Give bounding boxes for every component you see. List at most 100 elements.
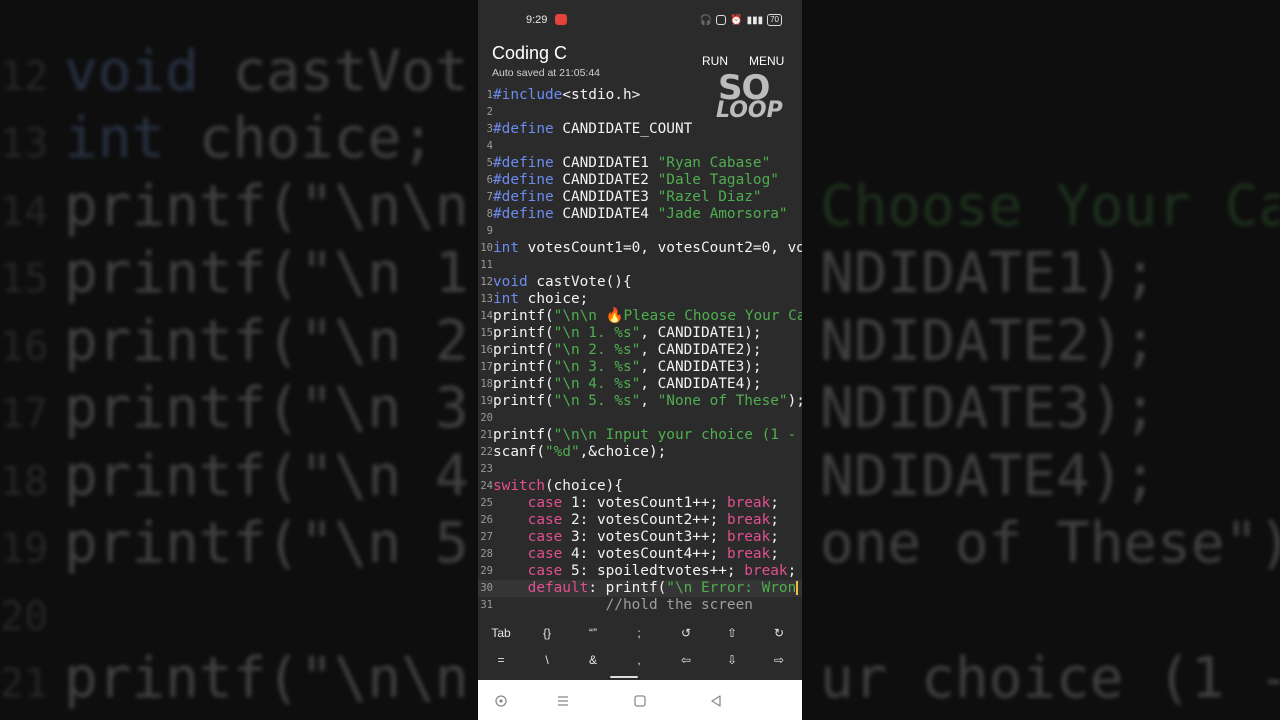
code-token: ; — [770, 495, 779, 511]
symbol-key[interactable]: ⇨ — [756, 647, 802, 673]
symbol-key[interactable]: ; — [616, 620, 662, 646]
code-line[interactable]: 22 scanf("%d",&choice); — [478, 444, 802, 461]
line-number: 15 — [480, 327, 493, 339]
line-number: 6 — [486, 174, 493, 186]
symbol-key[interactable]: , — [616, 647, 662, 673]
code-line[interactable]: 3 #define CANDIDATE_COUNT — [478, 121, 802, 138]
line-number: 28 — [480, 548, 493, 560]
symbol-key[interactable]: ⇧ — [709, 620, 755, 646]
code-line[interactable]: 4 — [478, 138, 802, 155]
code-token: "Ryan Cabase" — [657, 155, 771, 171]
background-code-line: 16 printf("\n 2 NDIDATE2); — [0, 308, 1157, 382]
code-line[interactable]: 21 printf("\n\n Input your choice (1 - — [478, 427, 802, 444]
assistant-icon[interactable] — [494, 694, 508, 708]
code-token: "None of These" — [657, 393, 788, 409]
menu-button[interactable]: MENU — [749, 54, 784, 68]
code-line[interactable]: 16 printf("\n 2. %s", CANDIDATE2); — [478, 342, 802, 359]
code-line[interactable]: 19printf("\n 5. %s", "None of These"); — [478, 393, 802, 410]
background-code-tail: one of These"); — [820, 511, 1280, 576]
background-code-line: 14 printf("\n\n Choose Your Ca — [0, 173, 1280, 247]
code-token: #include — [493, 87, 563, 103]
line-number: 22 — [480, 446, 493, 458]
background-code-line: 21 printf("\n\n ur choice (1 - — [0, 645, 1280, 719]
code-token: int — [493, 291, 519, 307]
status-time: 9:29 — [526, 14, 548, 26]
code-line[interactable]: 11 — [478, 257, 802, 274]
code-line[interactable]: 23 — [478, 461, 802, 478]
code-token: 3: votesCount3++; — [562, 529, 727, 545]
code-line[interactable]: 30 default: printf("\n Error: Wron — [478, 580, 802, 597]
code-line[interactable]: 27 case 3: votesCount3++; break; — [478, 529, 802, 546]
code-line[interactable]: 24 switch(choice){ — [478, 478, 802, 495]
code-token: CANDIDATE3 — [553, 189, 658, 205]
code-line[interactable]: 31 //hold the screen — [478, 597, 802, 614]
line-number: 10 — [480, 242, 493, 254]
background-line-number: 14 — [0, 188, 49, 235]
code-line[interactable]: 29 case 5: spoiledtvotes++; break; — [478, 563, 802, 580]
code-line[interactable]: 6 #define CANDIDATE2 "Dale Tagalog" — [478, 172, 802, 189]
code-token: case — [527, 563, 563, 579]
code-token: "\n 1. %s" — [553, 325, 641, 341]
symbol-key-bar: Tab{} “”; ↺ ⇧ ↻ = \ &, ⇦ ⇩ ⇨ — [478, 618, 802, 680]
code-line[interactable]: 25 case 1: votesCount1++; break; — [478, 495, 802, 512]
symbol-key[interactable]: Tab — [478, 620, 524, 646]
line-number: 4 — [486, 140, 493, 152]
code-line[interactable]: 26 case 2: votesCount2++; break; — [478, 512, 802, 529]
code-token: , CANDIDATE3); — [640, 359, 762, 375]
symbol-key[interactable]: \ — [524, 647, 570, 673]
code-line[interactable]: 14 printf("\n\n 🔥Please Choose Your Ca — [478, 308, 802, 325]
code-line[interactable]: 28 case 4: votesCount4++; break; — [478, 546, 802, 563]
home-icon[interactable] — [633, 694, 647, 708]
line-number: 12 — [480, 276, 493, 288]
symbol-key[interactable]: “” — [570, 620, 616, 646]
code-line[interactable]: 1 #include<stdio.h> — [478, 87, 802, 104]
code-token: printf( — [493, 393, 554, 409]
code-token: "\n\n Input your choice (1 - — [553, 427, 797, 443]
headphones-icon: 🎧 — [699, 14, 713, 26]
code-line[interactable]: 18 printf("\n 4. %s", CANDIDATE4); — [478, 376, 802, 393]
run-button[interactable]: RUN — [702, 54, 728, 68]
symbol-key[interactable]: {} — [524, 620, 570, 646]
code-line[interactable]: 7 #define CANDIDATE3 "Razel Diaz" — [478, 189, 802, 206]
line-number: 3 — [486, 123, 493, 135]
code-editor[interactable]: 1 #include<stdio.h> 2 3 #define CANDIDATE_CO… — [478, 86, 802, 618]
code-line[interactable]: 5 #define CANDIDATE1 "Ryan Cabase" — [478, 155, 802, 172]
symbol-key[interactable]: ↻ — [756, 620, 802, 646]
code-token: break — [726, 512, 771, 528]
code-line[interactable]: 10 int votesCount1=0, votesCount2=0, vo — [478, 240, 802, 257]
symbol-key[interactable]: ↺ — [663, 620, 709, 646]
code-token: , — [640, 393, 658, 409]
line-number: 9 — [486, 225, 493, 237]
code-line[interactable]: 8 #define CANDIDATE4 "Jade Amorsora" — [478, 206, 802, 223]
back-icon[interactable] — [709, 694, 723, 708]
background-code: printf("\n 5 — [64, 511, 469, 576]
code-line[interactable]: 2 — [478, 104, 802, 121]
code-token: printf( — [493, 308, 554, 324]
symbol-key[interactable]: ⇦ — [663, 647, 709, 673]
code-line[interactable]: 13 int choice; — [478, 291, 802, 308]
code-token: CANDIDATE_COUNT — [553, 121, 693, 137]
code-line[interactable]: 20 — [478, 410, 802, 427]
code-text: #define CANDIDATE_COUNT — [493, 121, 692, 138]
background-keyword: void — [64, 38, 199, 104]
symbol-key[interactable]: = — [478, 647, 524, 673]
code-token: #define — [493, 206, 554, 222]
symbol-key[interactable]: ⇩ — [709, 647, 755, 673]
code-line[interactable]: 9 — [478, 223, 802, 240]
code-token: CANDIDATE2 — [553, 172, 658, 188]
background-line-number: 16 — [0, 323, 49, 370]
code-line[interactable]: 15 printf("\n 1. %s", CANDIDATE1); — [478, 325, 802, 342]
code-text: switch(choice){ — [493, 478, 623, 495]
symbol-key[interactable]: & — [570, 647, 616, 673]
background-code-line: 20 — [0, 578, 64, 652]
code-text: printf("\n 4. %s", CANDIDATE4); — [493, 376, 762, 393]
code-token: case — [527, 495, 563, 511]
line-number: 25 — [480, 497, 493, 509]
recent-apps-icon[interactable] — [556, 694, 570, 708]
code-token: "Dale Tagalog" — [657, 172, 779, 188]
code-line[interactable]: 12 void castVote(){ — [478, 274, 802, 291]
code-line[interactable]: 17 printf("\n 3. %s", CANDIDATE3); — [478, 359, 802, 376]
background-code-tail: ur choice (1 - — [820, 646, 1280, 711]
code-token: scanf( — [493, 444, 545, 460]
